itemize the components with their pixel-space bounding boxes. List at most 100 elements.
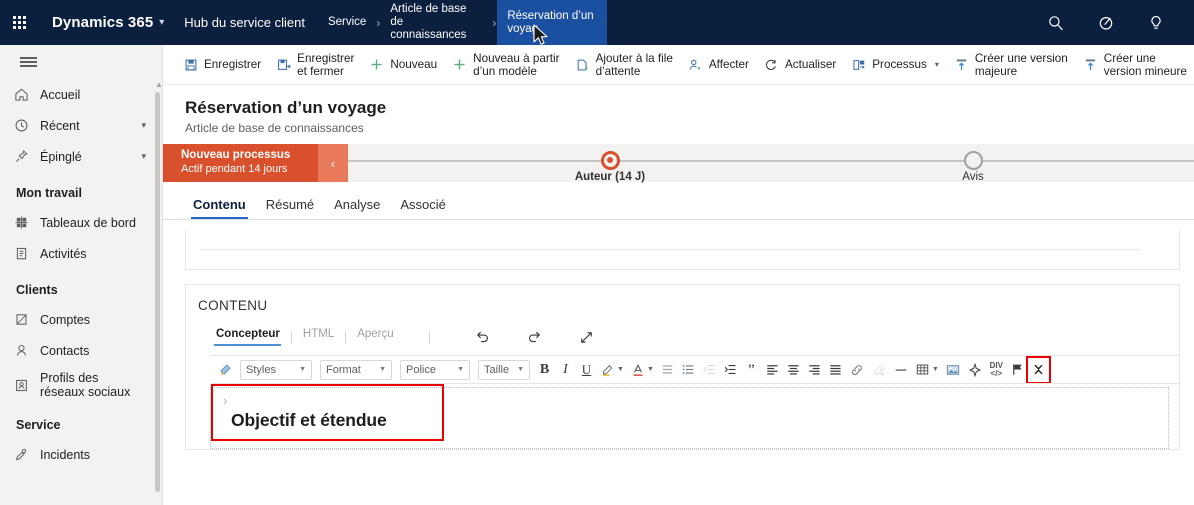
redo-icon[interactable] [526, 328, 544, 346]
chevron-down-icon: ▼ [646, 366, 654, 373]
insert-image-button[interactable] [942, 358, 964, 382]
editor-tab-html[interactable]: HTML [292, 328, 345, 346]
brand-chevron-down-icon[interactable]: ▾ [159, 17, 170, 28]
new-from-template-button[interactable]: Nouveau à partir d’un modèle [444, 45, 566, 84]
tab-analyse[interactable]: Analyse [324, 197, 390, 219]
document-heading[interactable]: Objectif et étendue [219, 406, 1168, 431]
breadcrumb-item-service[interactable]: Service [319, 0, 375, 45]
create-major-version-button[interactable]: Créer une version majeure [946, 45, 1075, 84]
align-left-button[interactable] [762, 358, 783, 382]
sidebar-item-pinned[interactable]: Épinglé ▾ [0, 141, 162, 172]
sidebar-scrollbar[interactable]: ▲ [155, 81, 162, 492]
process-stage-auteur[interactable]: Auteur (14 J) [530, 144, 690, 183]
sidebar-item-dashboards[interactable]: Tableaux de bord [0, 207, 162, 238]
highlight-color-button[interactable]: ▼ [597, 358, 627, 382]
assign-button[interactable]: Affecter [680, 45, 756, 84]
font-select[interactable]: Police ▼ [400, 359, 470, 380]
sidebar-item-cases[interactable]: Incidents [0, 439, 162, 470]
underline-button[interactable]: U [576, 358, 597, 382]
create-minor-version-button[interactable]: Créer une version mineure [1075, 45, 1194, 84]
field-divider [200, 249, 1140, 250]
lightbulb-icon[interactable] [1146, 13, 1166, 33]
contact-icon [14, 343, 40, 358]
remove-link-button[interactable] [868, 358, 890, 382]
format-select[interactable]: Format ▼ [320, 359, 392, 380]
sidebar-item-contacts[interactable]: Contacts [0, 335, 162, 366]
sidebar-group-customers: Clients [16, 283, 58, 297]
collapse-toolbar-button[interactable] [1025, 356, 1051, 383]
process-stages: Auteur (14 J) Avis [348, 144, 1194, 183]
add-to-queue-button[interactable]: Ajouter à la file d’attente [567, 45, 680, 84]
scroll-up-arrow-icon[interactable]: ▲ [155, 81, 162, 89]
command-label: Créer une version majeure [974, 51, 1068, 78]
process-button[interactable]: Processus ▾ [843, 45, 946, 84]
insert-table-button[interactable]: ▼ [912, 358, 942, 382]
select-value: Styles [246, 363, 276, 376]
sidebar-item-activities[interactable]: Activités [0, 238, 162, 269]
editor-tab-concepteur[interactable]: Concepteur [214, 328, 291, 346]
special-character-button[interactable] [964, 358, 986, 382]
sidebar-item-label: Profils des réseaux sociaux [40, 371, 131, 399]
case-icon [14, 447, 40, 462]
page-title: Réservation d’un voyage [185, 98, 387, 117]
tab-resume[interactable]: Résumé [256, 197, 324, 219]
size-select[interactable]: Taille ▼ [478, 359, 530, 380]
editor-tab-apercu[interactable]: Aperçu [346, 328, 404, 346]
process-connector-line [348, 160, 1194, 162]
italic-button[interactable]: I [555, 358, 576, 382]
bold-button[interactable]: B [534, 358, 555, 382]
bulleted-list-button[interactable] [657, 358, 678, 382]
font-color-button[interactable]: ▼ [627, 358, 657, 382]
process-previous-stage-button[interactable]: ‹ [318, 144, 348, 182]
format-painter-icon[interactable] [215, 358, 236, 382]
align-justify-button[interactable] [825, 358, 846, 382]
record-header: Réservation d’un voyage Article de base … [163, 85, 1194, 144]
anchor-button[interactable] [1007, 358, 1028, 382]
process-name-block[interactable]: Nouveau processus Actif pendant 14 jours [163, 144, 318, 182]
filter-icon[interactable] [1096, 13, 1116, 33]
undo-icon[interactable] [474, 328, 492, 346]
search-icon[interactable] [1046, 13, 1066, 33]
decrease-indent-button[interactable] [699, 358, 720, 382]
align-center-button[interactable] [783, 358, 804, 382]
increase-indent-button[interactable] [720, 358, 741, 382]
tab-associe[interactable]: Associé [390, 197, 456, 219]
top-navigation-bar: Dynamics 365 ▾ Hub du service client Ser… [0, 0, 1194, 45]
empty-field-card[interactable] [185, 230, 1180, 270]
scrollbar-thumb[interactable] [155, 92, 160, 492]
hamburger-menu-icon[interactable] [0, 45, 162, 79]
sidebar-item-label: Contacts [40, 343, 90, 358]
save-button[interactable]: Enregistrer [175, 45, 268, 84]
command-label: Processus [872, 58, 927, 71]
activities-icon [14, 246, 40, 261]
expand-icon[interactable] [578, 328, 596, 346]
tab-contenu[interactable]: Contenu [183, 197, 256, 219]
sidebar-item-recent[interactable]: Récent ▾ [0, 110, 162, 141]
breadcrumb-item-knowledge-article[interactable]: Article de base de connaissances [381, 0, 491, 45]
chevron-down-icon[interactable]: ▾ [932, 60, 939, 69]
sidebar-item-accueil[interactable]: Accueil [0, 79, 162, 110]
breadcrumb-item-current-record[interactable]: Réservation d’un voyag [497, 0, 608, 45]
horizontal-rule-button[interactable] [890, 358, 912, 382]
styles-select[interactable]: Styles ▼ [240, 359, 312, 380]
breadcrumb: Service › Article de base de connaissanc… [319, 0, 608, 45]
insert-link-button[interactable] [846, 358, 868, 382]
app-launcher-icon[interactable] [0, 0, 38, 45]
sidebar-item-accounts[interactable]: Comptes [0, 304, 162, 335]
save-icon [182, 58, 199, 72]
app-name-label[interactable]: Hub du service client [170, 15, 319, 30]
source-code-button[interactable]: DIV </> [986, 358, 1007, 382]
editor-actions [430, 328, 596, 346]
rich-text-editor-canvas[interactable]: › Objectif et étendue [210, 384, 1169, 449]
stage-idle-dot-icon [963, 151, 983, 170]
business-process-flow: Nouveau processus Actif pendant 14 jours… [163, 144, 1194, 183]
process-stage-avis[interactable]: Avis [893, 144, 1053, 183]
new-button[interactable]: Nouveau [361, 45, 444, 84]
refresh-button[interactable]: Actualiser [756, 45, 843, 84]
blockquote-button[interactable]: ” [741, 358, 762, 382]
numbered-list-button[interactable] [678, 358, 699, 382]
sidebar-item-social-profiles[interactable]: Profils des réseaux sociaux [0, 366, 162, 404]
command-label: Créer une version mineure [1103, 51, 1187, 78]
align-right-button[interactable] [804, 358, 825, 382]
save-and-close-button[interactable]: Enregistrer et fermer [268, 45, 361, 84]
